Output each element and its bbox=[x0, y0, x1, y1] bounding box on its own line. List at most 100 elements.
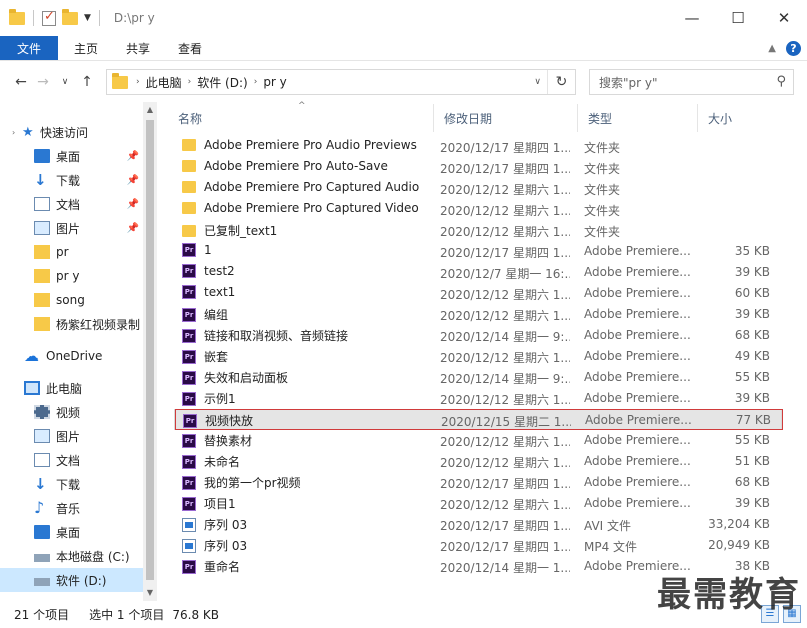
table-row[interactable]: Pr text1 2020/12/12 星期六 1... Adobe Premiere… bbox=[174, 283, 782, 304]
file-name: text1 bbox=[204, 285, 236, 299]
table-row[interactable]: Adobe Premiere Pro Auto-Save 2020/12/17 星… bbox=[174, 157, 782, 178]
file-name: 未命名 bbox=[204, 455, 241, 469]
pin-icon[interactable]: 📌 bbox=[127, 151, 139, 162]
sidebar-item[interactable]: 桌面 📌 bbox=[0, 144, 143, 168]
close-button[interactable]: ✕ bbox=[761, 0, 807, 36]
window-controls: — ☐ ✕ bbox=[669, 0, 807, 36]
premiere-project-icon: Pr bbox=[182, 454, 196, 469]
customize-toolbar-icon[interactable]: ▼ bbox=[84, 13, 91, 23]
tab-file[interactable]: 文件 bbox=[0, 36, 58, 60]
column-header-size[interactable]: 大小 bbox=[698, 104, 778, 132]
file-type: Adobe Premiere... bbox=[584, 265, 691, 279]
file-size: 51 KB bbox=[734, 454, 770, 468]
table-row[interactable]: 序列 03 2020/12/17 星期四 1... AVI 文件 33,204 KB bbox=[174, 514, 782, 535]
column-header-type[interactable]: 类型 bbox=[578, 104, 698, 132]
table-row[interactable]: Pr 失效和启动面板 2020/12/14 星期一 9:... Adobe Premi… bbox=[174, 367, 782, 388]
premiere-project-icon: Pr bbox=[182, 243, 196, 257]
selection-size: 76.8 KB bbox=[172, 607, 219, 622]
address-bar[interactable]: › 此电脑 › 软件 (D:) › pr y ∨ ↻ bbox=[106, 69, 576, 95]
breadcrumb-separator-icon[interactable]: › bbox=[254, 77, 258, 87]
table-row[interactable]: Adobe Premiere Pro Captured Video 2020/12… bbox=[174, 199, 782, 220]
help-icon[interactable]: ? bbox=[786, 40, 801, 56]
pin-icon[interactable]: 📌 bbox=[127, 175, 139, 186]
tab-home[interactable]: 主页 bbox=[60, 40, 112, 57]
sidebar-item[interactable]: 视频 bbox=[0, 400, 143, 424]
forward-arrow-icon[interactable]: → bbox=[32, 74, 54, 90]
sidebar-item[interactable]: pr bbox=[0, 240, 143, 264]
pin-icon[interactable]: 📌 bbox=[127, 199, 139, 210]
file-name: 示例1 bbox=[204, 392, 236, 406]
table-row[interactable]: Pr 项目1 2020/12/12 星期六 1... Adobe Premiere..… bbox=[174, 493, 782, 514]
table-row[interactable]: Pr 1 2020/12/17 星期四 1... Adobe Premiere... 3… bbox=[174, 241, 782, 262]
collapse-chevron-icon[interactable]: › bbox=[12, 128, 22, 137]
divider bbox=[98, 10, 100, 26]
refresh-icon[interactable]: ↻ bbox=[547, 70, 575, 94]
nav-this-pc[interactable]: 此电脑 bbox=[0, 376, 143, 400]
table-row[interactable]: Pr 未命名 2020/12/12 星期六 1... Adobe Premiere..… bbox=[174, 451, 782, 472]
maximize-button[interactable]: ☐ bbox=[715, 0, 761, 36]
pin-icon[interactable]: 📌 bbox=[127, 223, 139, 234]
sidebar-item[interactable]: 桌面 bbox=[0, 520, 143, 544]
sidebar-item[interactable]: 杨紫红视频录制 bbox=[0, 312, 143, 336]
breadcrumb-separator-icon[interactable]: › bbox=[188, 77, 192, 87]
address-history-icon[interactable]: ∨ bbox=[534, 77, 541, 87]
sidebar-item-label: 音乐 bbox=[56, 501, 81, 516]
table-row[interactable]: Pr 嵌套 2020/12/12 星期六 1... Adobe Premiere...… bbox=[174, 346, 782, 367]
sidebar-item[interactable]: 图片 bbox=[0, 424, 143, 448]
back-arrow-icon[interactable]: ← bbox=[10, 74, 32, 90]
search-input[interactable]: 搜索"pr y" bbox=[599, 74, 658, 91]
nav-quick-access[interactable]: › ★ 快速访问 bbox=[0, 120, 143, 144]
table-row[interactable]: 已复制_text1 2020/12/12 星期六 1... 文件夹 bbox=[174, 220, 782, 241]
sidebar-item[interactable]: ♪ 音乐 bbox=[0, 496, 143, 520]
column-header-date[interactable]: 修改日期 bbox=[434, 104, 578, 132]
file-date: 2020/12/17 星期四 1... bbox=[440, 540, 570, 554]
file-type: 文件夹 bbox=[584, 183, 621, 197]
sidebar-item[interactable]: ↓ 下载 📌 bbox=[0, 168, 143, 192]
nav-scrollbar[interactable]: ▲ ▼ bbox=[143, 102, 157, 601]
sidebar-item[interactable]: pr y bbox=[0, 264, 143, 288]
file-name: 视频快放 bbox=[205, 414, 254, 428]
breadcrumb-pr-y[interactable]: pr y bbox=[263, 75, 286, 89]
scroll-thumb[interactable] bbox=[146, 120, 154, 580]
table-row[interactable]: Adobe Premiere Pro Captured Audio 2020/12… bbox=[174, 178, 782, 199]
sidebar-item[interactable]: 软件 (D:) bbox=[0, 568, 143, 592]
table-row[interactable]: Pr 链接和取消视频、音频链接 2020/12/14 星期一 9:... Adobe … bbox=[174, 325, 782, 346]
search-icon[interactable]: ⚲ bbox=[776, 74, 786, 89]
table-row[interactable]: 序列 03 2020/12/17 星期四 1... MP4 文件 20,949 KB bbox=[174, 535, 782, 556]
tab-view[interactable]: 查看 bbox=[164, 40, 216, 57]
nav-onedrive[interactable]: ☁ OneDrive bbox=[0, 344, 143, 368]
column-header-name[interactable]: 名称 ^ bbox=[168, 101, 434, 132]
tab-share[interactable]: 共享 bbox=[112, 40, 164, 57]
table-row[interactable]: Adobe Premiere Pro Audio Previews 2020/12… bbox=[174, 136, 782, 157]
sidebar-item[interactable]: 本地磁盘 (C:) bbox=[0, 544, 143, 568]
scroll-down-icon[interactable]: ▼ bbox=[143, 585, 157, 601]
sidebar-item[interactable]: ↓ 下载 bbox=[0, 472, 143, 496]
breadcrumb-separator-icon[interactable]: › bbox=[136, 77, 140, 87]
file-list: 名称 ^ 修改日期 类型 大小 Adobe Premiere Pro Audio… bbox=[168, 101, 807, 601]
minimize-button[interactable]: — bbox=[669, 0, 715, 36]
properties-icon[interactable] bbox=[42, 9, 56, 26]
sidebar-item[interactable]: 文档 bbox=[0, 448, 143, 472]
new-folder-icon[interactable] bbox=[62, 8, 78, 25]
table-row[interactable]: Pr 示例1 2020/12/12 星期六 1... Adobe Premiere..… bbox=[174, 388, 782, 409]
expand-ribbon-icon[interactable]: ▲ bbox=[768, 43, 776, 54]
table-row[interactable]: Pr 编组 2020/12/12 星期六 1... Adobe Premiere...… bbox=[174, 304, 782, 325]
desktop-icon bbox=[34, 149, 50, 163]
sidebar-item-label: 软件 (D:) bbox=[56, 573, 107, 588]
sidebar-item[interactable]: song bbox=[0, 288, 143, 312]
recent-locations-icon[interactable]: ∨ bbox=[54, 77, 76, 87]
sidebar-item[interactable]: 文档 📌 bbox=[0, 192, 143, 216]
sidebar-item[interactable]: 图片 📌 bbox=[0, 216, 143, 240]
table-row[interactable]: Pr test2 2020/12/7 星期一 16:... Adobe Premier… bbox=[174, 262, 782, 283]
breadcrumb-this-pc[interactable]: 此电脑 bbox=[146, 74, 182, 91]
up-arrow-icon[interactable]: ↑ bbox=[76, 74, 98, 90]
folder-icon[interactable] bbox=[9, 8, 25, 25]
table-row[interactable]: Pr 我的第一个pr视频 2020/12/17 星期四 1... Adobe Prem… bbox=[174, 472, 782, 493]
table-row[interactable]: Pr 视频快放 2020/12/15 星期二 1... Adobe Premiere.… bbox=[174, 409, 782, 430]
search-box[interactable]: 搜索"pr y" ⚲ bbox=[589, 69, 794, 95]
scroll-up-icon[interactable]: ▲ bbox=[143, 102, 157, 118]
table-row[interactable]: Pr 替换素材 2020/12/12 星期六 1... Adobe Premiere.… bbox=[174, 430, 782, 451]
breadcrumb-drive-d[interactable]: 软件 (D:) bbox=[197, 74, 247, 91]
file-name-cell: Pr 我的第一个pr视频 bbox=[182, 474, 432, 491]
file-size: 39 KB bbox=[734, 265, 770, 279]
